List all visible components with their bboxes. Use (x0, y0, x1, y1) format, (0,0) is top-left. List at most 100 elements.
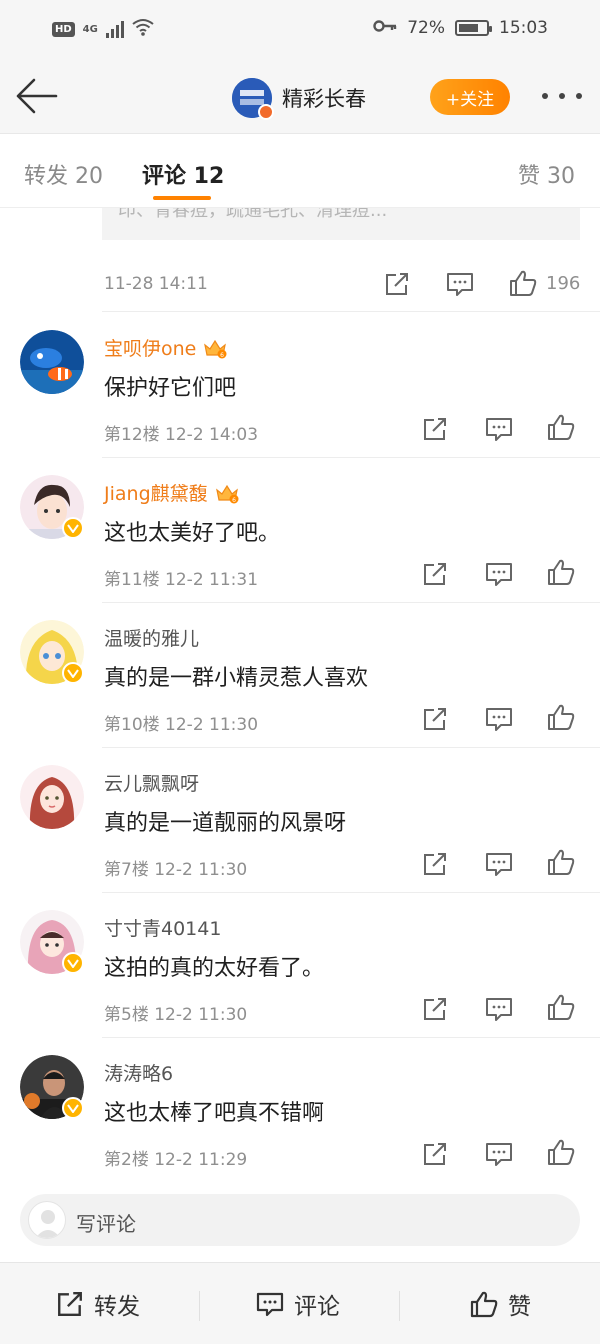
status-bar: HD 4G 72% 15:03 (0, 0, 600, 60)
follow-button[interactable]: +关注 (430, 79, 510, 115)
comment-floor: 第12楼 (104, 425, 160, 445)
comment-text: 保护好它们吧 (104, 376, 237, 401)
comment-item: 云儿飘飘呀 真的是一道靓丽的风景呀 第7楼 12-2 11:30 (0, 747, 600, 892)
avatar[interactable] (20, 475, 84, 539)
wifi-icon (132, 18, 154, 40)
comment-text: 这拍的真的太好看了。 (104, 956, 325, 981)
quoted-card[interactable]: 印、青春痘，疏通毛孔、清理痘... (102, 208, 580, 240)
comment-item: 涛涛略6 这也太棒了吧真不错啊 第2楼 12-2 11:29 (0, 1037, 600, 1182)
username[interactable]: Jiang麒黛馥 6 (104, 479, 240, 506)
comment-floor: 第11楼 (104, 570, 160, 590)
write-comment-placeholder[interactable]: 写评论 (76, 1208, 136, 1237)
battery-percent: 72% (407, 18, 445, 38)
verified-badge-icon (258, 104, 274, 120)
like-icon[interactable] (546, 847, 576, 877)
reply-icon[interactable] (484, 414, 514, 444)
comment-button[interactable]: 评论 (256, 1287, 340, 1321)
share-icon (58, 1292, 82, 1316)
username-text[interactable]: 寸寸青40141 (104, 914, 221, 941)
comment-time: 12-2 11:30 (154, 860, 248, 880)
reply-icon[interactable] (484, 994, 514, 1024)
comment-meta: 第11楼 12-2 11:31 (104, 565, 258, 590)
username-text[interactable]: 温暖的雅儿 (104, 624, 199, 651)
post-meta: 11-28 14:11 196 (0, 260, 600, 308)
verified-badge-icon (62, 662, 84, 684)
illustrated-girl-avatar-icon (20, 765, 84, 829)
like-icon[interactable] (546, 992, 576, 1022)
username-text[interactable]: 宝呗伊one (104, 334, 196, 361)
more-icon[interactable] (542, 84, 582, 108)
comment-floor: 第10楼 (104, 715, 160, 735)
comment-item: 宝呗伊one 6 保护好它们吧 第12楼 12-2 14:03 (0, 312, 600, 457)
comment-meta: 第12楼 12-2 14:03 (104, 420, 258, 445)
account-name[interactable]: 精彩长春 (282, 83, 366, 113)
tab-likes[interactable]: 赞 30 (518, 158, 575, 190)
repost-button[interactable]: 转发 (56, 1287, 140, 1321)
comment-time: 12-2 11:31 (165, 570, 259, 590)
account-header[interactable]: 精彩长春 (232, 78, 366, 120)
share-icon[interactable] (420, 1139, 450, 1169)
avatar[interactable] (20, 1055, 84, 1119)
comment-icon (256, 1292, 284, 1317)
share-icon[interactable] (420, 849, 450, 879)
avatar[interactable] (20, 620, 84, 684)
username-text[interactable]: 云儿飘飘呀 (104, 769, 199, 796)
like-icon[interactable] (546, 557, 576, 587)
comment-meta: 第10楼 12-2 11:30 (104, 710, 258, 735)
comment-item: Jiang麒黛馥 6 这也太美好了吧。 第11楼 12-2 11:31 (0, 457, 600, 602)
username[interactable]: 寸寸青40141 (104, 914, 221, 941)
hd-icon: HD (52, 21, 75, 37)
like-button[interactable]: 赞 (470, 1287, 531, 1321)
comment-icon[interactable] (445, 269, 475, 299)
comment-label: 评论 (294, 1294, 340, 1320)
share-icon[interactable] (382, 269, 412, 299)
username[interactable]: 涛涛略6 (104, 1059, 173, 1086)
username[interactable]: 云儿飘飘呀 (104, 769, 199, 796)
comment-meta: 第5楼 12-2 11:30 (104, 1000, 247, 1025)
share-icon[interactable] (420, 414, 450, 444)
comment-item: 寸寸青40141 这拍的真的太好看了。 第5楼 12-2 11:30 (0, 892, 600, 1037)
post-time: 11-28 14:11 (104, 274, 208, 294)
share-icon[interactable] (420, 994, 450, 1024)
vip-crown-icon: 6 (204, 339, 227, 359)
write-comment-input[interactable]: 写评论 (20, 1194, 580, 1246)
clock: 15:03 (499, 18, 548, 38)
reply-icon[interactable] (484, 849, 514, 879)
comment-text: 这也太棒了吧真不错啊 (104, 1101, 325, 1126)
nav-bar: 精彩长春 +关注 (0, 60, 600, 134)
arrow-left-icon (16, 78, 58, 114)
tab-comments[interactable]: 评论 12 (142, 158, 224, 190)
reply-icon[interactable] (484, 1139, 514, 1169)
reply-icon[interactable] (484, 704, 514, 734)
status-left: HD 4G (52, 18, 154, 40)
back-button[interactable] (14, 76, 58, 116)
like-icon[interactable] (546, 702, 576, 732)
avatar[interactable] (20, 330, 84, 394)
username[interactable]: 宝呗伊one 6 (104, 334, 228, 361)
like-icon[interactable] (508, 268, 538, 298)
tab-repost[interactable]: 转发 20 (24, 158, 103, 190)
username-text[interactable]: Jiang麒黛馥 (104, 479, 208, 506)
share-icon[interactable] (420, 704, 450, 734)
verified-badge-icon (62, 1097, 84, 1119)
separator (399, 1291, 400, 1321)
vip-crown-icon: 6 (215, 484, 239, 504)
comment-time: 12-2 11:30 (165, 715, 259, 735)
avatar[interactable] (20, 910, 84, 974)
tab-bar: 转发 20 评论 12 赞 30 (0, 134, 600, 208)
key-icon (373, 18, 397, 38)
comment-time: 12-2 14:03 (165, 425, 259, 445)
like-icon[interactable] (546, 1137, 576, 1167)
share-icon[interactable] (420, 559, 450, 589)
bottom-action-bar: 转发 评论 赞 (0, 1262, 600, 1344)
comment-text: 真的是一道靓丽的风景呀 (104, 811, 347, 836)
quoted-text: 印、青春痘，疏通毛孔、清理痘... (118, 208, 388, 221)
avatar[interactable] (20, 765, 84, 829)
reply-icon[interactable] (484, 559, 514, 589)
username-text[interactable]: 涛涛略6 (104, 1059, 173, 1086)
username[interactable]: 温暖的雅儿 (104, 624, 199, 651)
account-avatar[interactable] (232, 78, 274, 120)
comment-text: 这也太美好了吧。 (104, 521, 281, 546)
comment-floor: 第5楼 (104, 1005, 149, 1025)
like-icon[interactable] (546, 412, 576, 442)
